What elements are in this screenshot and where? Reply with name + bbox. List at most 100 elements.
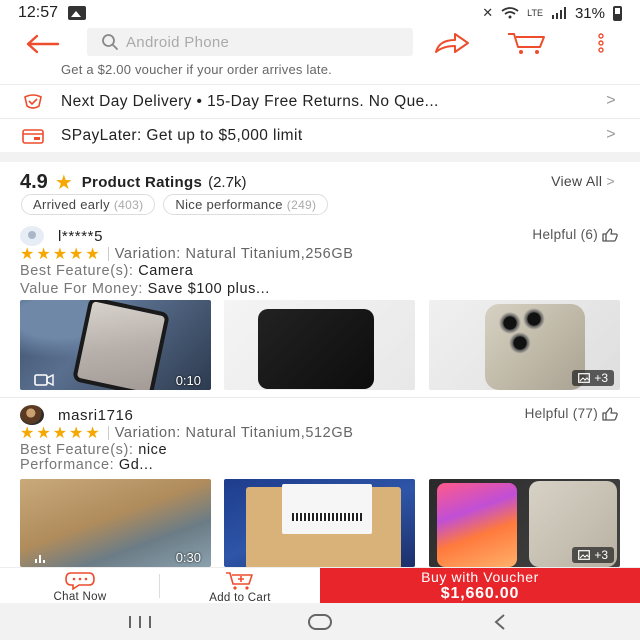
system-nav-bar: [0, 603, 640, 640]
rating-filter-chips: Arrived early (403) Nice performance (24…: [21, 194, 329, 215]
variation-text: Variation: Natural Titanium,256GB: [114, 246, 354, 262]
bottom-action-bar: Chat Now Add to Cart Buy with Voucher $1…: [0, 567, 640, 604]
buy-title: Buy with Voucher: [421, 569, 539, 585]
review-photo-thumb[interactable]: [224, 479, 415, 567]
video-duration: 0:10: [175, 373, 201, 388]
more-photos-count: +3: [594, 548, 608, 562]
star-rating: ★★★★★: [20, 246, 102, 263]
shipping-label-photo: [282, 484, 372, 534]
view-all-label: View All: [551, 173, 603, 189]
cart-button[interactable]: [504, 28, 550, 58]
camera-lens: [523, 308, 545, 330]
review-header: l*****5 Helpful (6): [20, 226, 620, 246]
camera-lens: [499, 312, 521, 334]
chip-nice-performance[interactable]: Nice performance (249): [163, 194, 329, 215]
thumbs-up-icon: [602, 406, 618, 421]
camera-lens: [509, 332, 531, 354]
image-icon: [578, 550, 591, 560]
thumbs-up-icon: [602, 227, 618, 242]
separator: [107, 426, 109, 440]
attribute-value: Gd...: [118, 457, 154, 473]
helpful-button[interactable]: Helpful (77): [525, 406, 618, 421]
review-video-thumb[interactable]: 0:10: [20, 300, 211, 390]
rating-line: ★★★★★ Variation: Natural Titanium,512GB: [20, 423, 353, 443]
search-placeholder: Android Phone: [126, 33, 230, 51]
review-card: masri1716 Helpful (77) ★★★★★ Variation: …: [20, 405, 620, 567]
video-bars-icon: [35, 555, 45, 563]
helpful-button[interactable]: Helpful (6): [532, 227, 618, 242]
review-photo-thumb[interactable]: +3: [429, 479, 620, 567]
signal-icon: [551, 7, 566, 19]
more-button[interactable]: [586, 28, 616, 58]
back-nav-button[interactable]: [482, 611, 518, 633]
more-photos-badge: +3: [572, 547, 614, 563]
divider: [0, 397, 640, 398]
battery-icon: [613, 5, 622, 21]
chip-label: Arrived early: [33, 197, 110, 212]
view-all-link[interactable]: View All >: [551, 173, 615, 189]
gallery-notification-icon: [68, 6, 87, 20]
reviewer-name: masri1716: [58, 406, 134, 424]
more-icon: [598, 33, 604, 53]
chat-now-label: Chat Now: [53, 591, 107, 603]
review-photo-thumb[interactable]: +3: [429, 300, 620, 390]
mute-icon: ✕: [482, 5, 494, 20]
review-media: 0:10 +3: [20, 300, 620, 390]
attribute-key: Best Feature(s):: [20, 442, 139, 458]
network-type: LTE: [527, 8, 543, 18]
phone-photo: [485, 304, 585, 390]
avatar[interactable]: [20, 226, 44, 246]
ratings-header: 4.9 ★ Product Ratings (2.7k) View All >: [20, 169, 620, 195]
back-button[interactable]: [14, 26, 70, 62]
home-button[interactable]: [302, 611, 338, 633]
attribute-key: Value For Money:: [20, 281, 148, 297]
review-photo-thumb[interactable]: [224, 300, 415, 390]
ratings-count: (2.7k): [208, 173, 247, 191]
share-icon: [435, 33, 469, 53]
chat-now-button[interactable]: Chat Now: [0, 568, 160, 604]
chat-icon: [65, 572, 95, 590]
helpful-label: Helpful (6): [532, 227, 598, 242]
spaylater-row[interactable]: SPayLater: Get up to $5,000 limit >: [0, 119, 640, 152]
separator: [107, 247, 109, 261]
back-nav-icon: [494, 614, 505, 630]
top-bar: Android Phone: [0, 26, 640, 62]
share-button[interactable]: [432, 28, 472, 58]
wifi-icon: [501, 7, 519, 19]
status-bar: 12:57 ✕ LTE 31%: [0, 0, 640, 26]
phone-photo: [258, 309, 374, 389]
status-time: 12:57: [18, 4, 59, 21]
review-media: 0:30 +3: [20, 479, 620, 567]
spaylater-text: SPayLater: Get up to $5,000 limit: [61, 126, 303, 144]
review-attribute: Best Feature(s): Camera: [20, 263, 193, 281]
chevron-right-icon: >: [606, 173, 615, 189]
search-icon: [102, 34, 118, 50]
avatar[interactable]: [20, 405, 44, 425]
truck-icon: [22, 93, 44, 111]
attribute-value: Save $100 plus...: [147, 281, 270, 297]
video-icon: [34, 374, 54, 386]
chip-arrived-early[interactable]: Arrived early (403): [21, 194, 156, 215]
search-input[interactable]: Android Phone: [87, 28, 413, 56]
attribute-key: Best Feature(s):: [20, 263, 139, 279]
add-to-cart-button[interactable]: Add to Cart: [160, 568, 320, 604]
recents-icon: [129, 616, 151, 628]
recents-button[interactable]: [122, 611, 158, 633]
status-right: ✕ LTE 31%: [482, 5, 622, 22]
chevron-right-icon: >: [606, 92, 616, 109]
more-photos-badge: +3: [572, 370, 614, 386]
review-video-thumb[interactable]: 0:30: [20, 479, 211, 567]
delivery-returns-row[interactable]: Next Day Delivery • 15-Day Free Returns.…: [0, 85, 640, 118]
review-card: l*****5 Helpful (6) ★★★★★ Variation: Nat…: [20, 226, 620, 396]
rating-score: 4.9: [20, 170, 48, 193]
more-photos-count: +3: [594, 371, 608, 385]
chip-label: Nice performance: [175, 197, 283, 212]
section-gap: [0, 152, 640, 162]
buy-with-voucher-button[interactable]: Buy with Voucher $1,660.00: [320, 568, 640, 604]
attribute-value: nice: [138, 442, 168, 458]
buy-price: $1,660.00: [440, 585, 520, 602]
spaylater-icon: [22, 127, 44, 145]
battery-level: 31%: [574, 4, 605, 22]
chevron-right-icon: >: [606, 126, 616, 143]
delivery-returns-text: Next Day Delivery • 15-Day Free Returns.…: [61, 92, 439, 110]
